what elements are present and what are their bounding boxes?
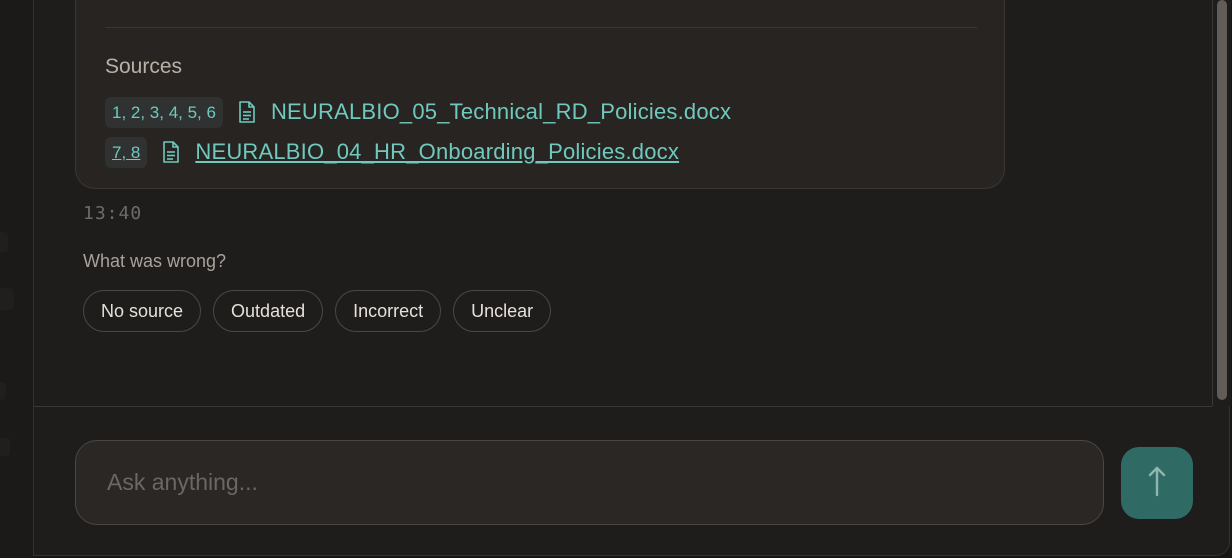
feedback-options: No source Outdated Incorrect Unclear	[83, 290, 552, 332]
source-refs-badge[interactable]: 1, 2, 3, 4, 5, 6	[105, 96, 223, 128]
chat-panel: Sources 1, 2, 3, 4, 5, 6 NEURALBIO_05_Te…	[33, 0, 1231, 556]
scrollbar[interactable]	[1212, 0, 1231, 406]
chat-input[interactable]	[105, 468, 1069, 497]
assistant-message-card: Sources 1, 2, 3, 4, 5, 6 NEURALBIO_05_Te…	[75, 0, 1005, 189]
feedback-chip-no-source[interactable]: No source	[83, 290, 202, 332]
feedback-chip-outdated[interactable]: Outdated	[213, 290, 324, 332]
source-item: 1, 2, 3, 4, 5, 6 NEURALBIO_05_Technical_…	[105, 96, 731, 128]
send-button[interactable]	[1121, 447, 1193, 519]
arrow-up-icon	[1147, 464, 1167, 502]
source-file-link[interactable]: NEURALBIO_04_HR_Onboarding_Policies.docx	[195, 139, 679, 165]
chat-input-container[interactable]	[75, 440, 1104, 525]
background-sidebar	[0, 0, 34, 558]
feedback-question: What was wrong?	[83, 251, 227, 271]
document-icon	[238, 101, 256, 123]
feedback-chip-unclear[interactable]: Unclear	[453, 290, 552, 332]
document-icon	[162, 141, 180, 163]
source-item: 7, 8 NEURALBIO_04_HR_Onboarding_Policies…	[105, 136, 679, 168]
feedback-chip-incorrect[interactable]: Incorrect	[335, 290, 442, 332]
scrollbar-thumb[interactable]	[1217, 0, 1227, 400]
sources-heading: Sources	[105, 55, 183, 78]
source-file-link[interactable]: NEURALBIO_05_Technical_RD_Policies.docx	[271, 99, 731, 125]
divider	[105, 27, 977, 28]
source-refs-badge[interactable]: 7, 8	[105, 136, 148, 168]
message-timestamp: 13:40	[83, 203, 143, 224]
message-list[interactable]: Sources 1, 2, 3, 4, 5, 6 NEURALBIO_05_Te…	[34, 0, 1212, 407]
